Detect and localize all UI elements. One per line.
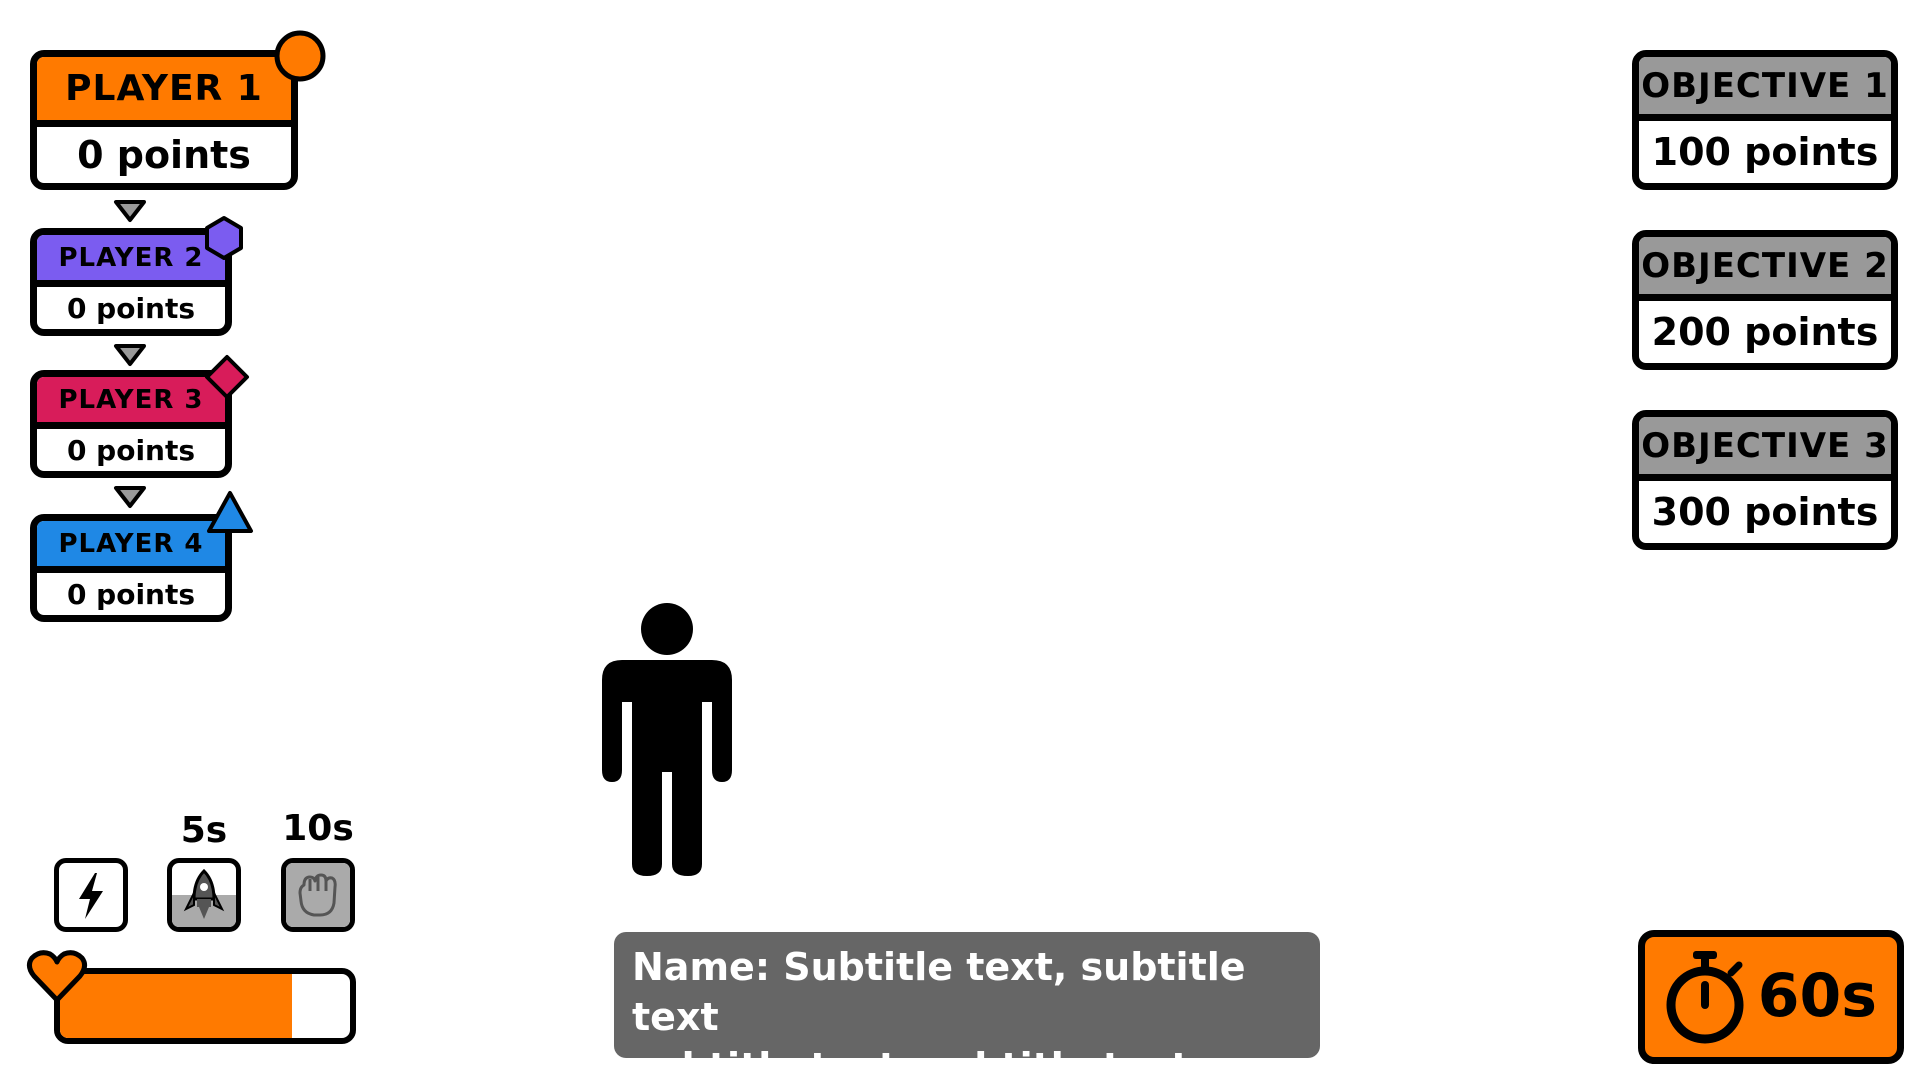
player-3-score: 0 points bbox=[66, 433, 196, 467]
objective-card-2: OBJECTIVE 2 200 points bbox=[1632, 230, 1898, 370]
triangle-badge-icon bbox=[207, 491, 253, 533]
person-icon bbox=[602, 603, 732, 876]
turn-arrow-icon bbox=[114, 200, 146, 222]
hexagon-badge-icon bbox=[205, 216, 243, 260]
subtitle-line-2: subtitle text, subtitle text bbox=[632, 1045, 1190, 1089]
ability-slot-2[interactable] bbox=[167, 858, 241, 932]
player-card-2: PLAYER 2 0 points bbox=[30, 216, 243, 336]
objective-3-name: OBJECTIVE 3 bbox=[1639, 417, 1891, 481]
objective-card-3: OBJECTIVE 3 300 points bbox=[1632, 410, 1898, 550]
player-1-name: PLAYER 1 bbox=[37, 57, 291, 127]
heart-icon bbox=[26, 950, 88, 1003]
ability-slot-1[interactable] bbox=[54, 858, 128, 932]
player-card-1: PLAYER 1 0 points bbox=[30, 30, 326, 190]
objective-1-name: OBJECTIVE 1 bbox=[1639, 57, 1891, 121]
player-4-score: 0 points bbox=[66, 577, 196, 611]
subtitle-line-1: Name: Subtitle text, subtitle text bbox=[632, 945, 1246, 1039]
player-2-name: PLAYER 2 bbox=[37, 235, 225, 287]
health-bar-fill bbox=[60, 974, 292, 1038]
rocket-icon bbox=[183, 868, 225, 919]
objective-card-1: OBJECTIVE 1 100 points bbox=[1632, 50, 1898, 190]
player-card-4: PLAYER 4 0 points bbox=[30, 491, 253, 622]
player-3-name: PLAYER 3 bbox=[37, 377, 225, 429]
objective-3-points: 300 points bbox=[1651, 490, 1879, 534]
stopwatch-icon bbox=[1666, 951, 1744, 1044]
turn-arrow-icon bbox=[114, 344, 146, 366]
ability-3-cooldown: 10s bbox=[282, 808, 354, 849]
diamond-badge-icon bbox=[205, 355, 249, 399]
timer-value: 60s bbox=[1757, 961, 1877, 1031]
objective-2-points: 200 points bbox=[1651, 310, 1879, 354]
circle-badge-icon bbox=[274, 30, 326, 82]
fist-icon bbox=[298, 873, 337, 917]
player-1-score: 0 points bbox=[77, 133, 251, 177]
objective-2-name: OBJECTIVE 2 bbox=[1639, 237, 1891, 301]
objective-1-points: 100 points bbox=[1651, 130, 1879, 174]
timer-box: 60s bbox=[1638, 930, 1904, 1064]
health-bar bbox=[54, 968, 356, 1044]
subtitle-box: Name: Subtitle text, subtitle text subti… bbox=[614, 932, 1320, 1089]
player-2-score: 0 points bbox=[66, 291, 196, 325]
ability-2-cooldown: 5s bbox=[180, 810, 228, 851]
turn-arrow-icon bbox=[114, 486, 146, 508]
ability-slot-3[interactable] bbox=[281, 858, 355, 932]
lightning-icon bbox=[79, 873, 103, 919]
player-card-3: PLAYER 3 0 points bbox=[30, 355, 249, 478]
player-4-name: PLAYER 4 bbox=[37, 521, 225, 573]
